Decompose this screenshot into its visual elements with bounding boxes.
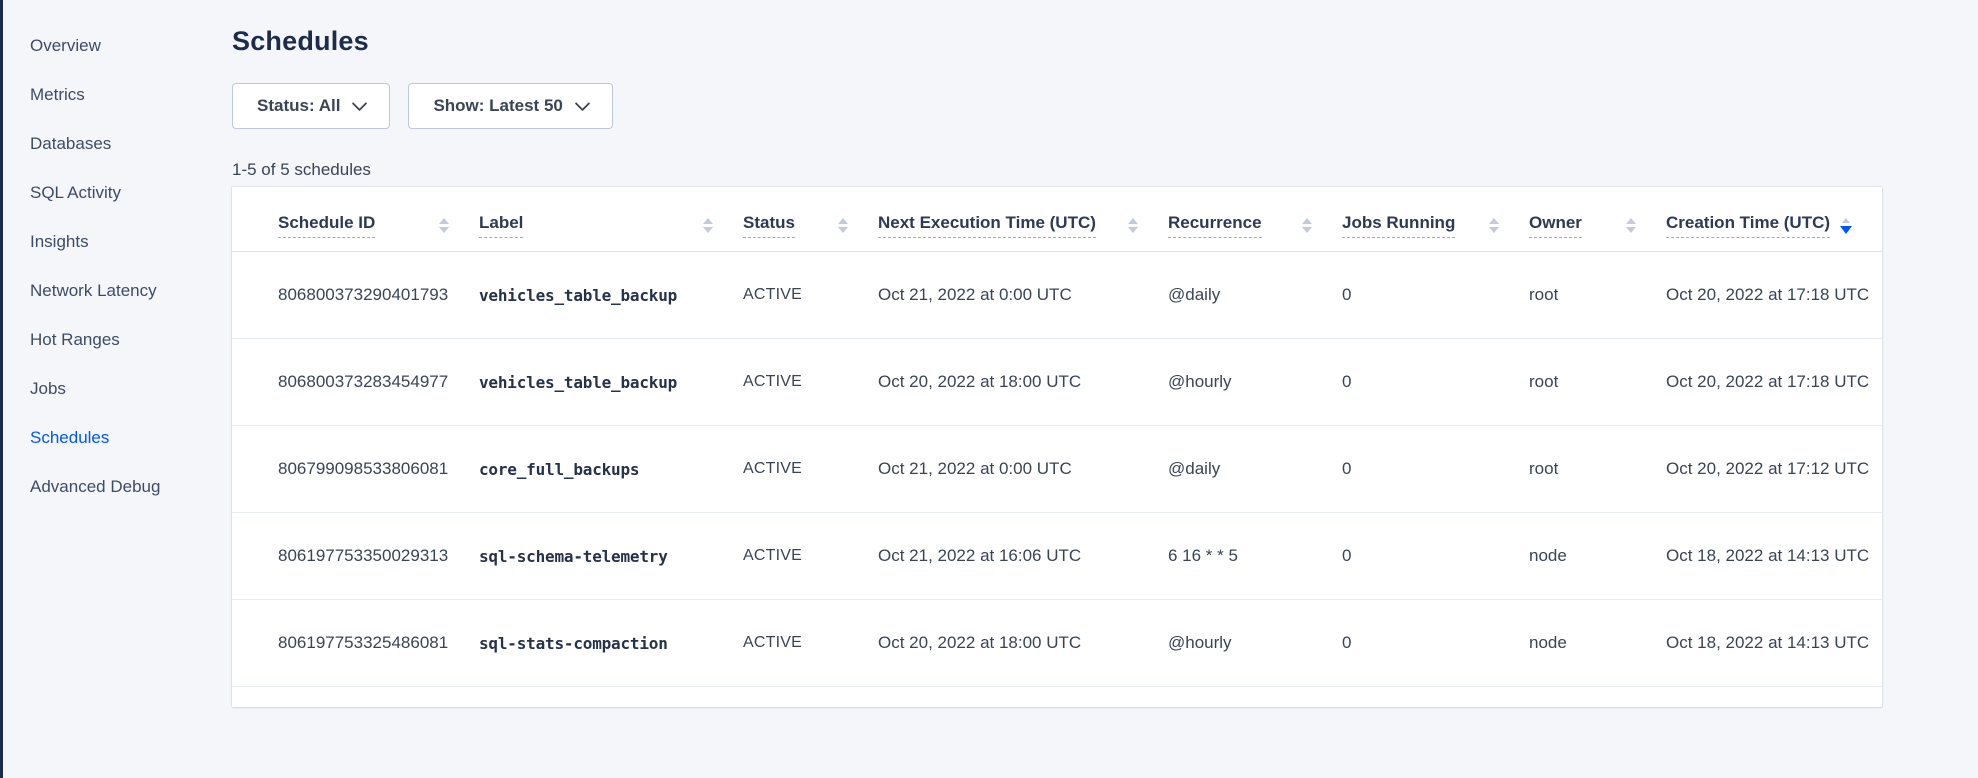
schedules-table: Schedule ID Label Status bbox=[232, 187, 1882, 687]
next-execution-cell: Oct 21, 2022 at 16:06 UTC bbox=[878, 513, 1168, 600]
column-label: Label bbox=[479, 213, 523, 238]
column-label: Schedule ID bbox=[278, 213, 375, 238]
schedule-label-cell: core_full_backups bbox=[479, 426, 743, 513]
sidebar-item-schedules[interactable]: Schedules bbox=[3, 428, 232, 448]
filter-bar: Status: All Show: Latest 50 bbox=[232, 83, 1978, 129]
owner-cell: root bbox=[1529, 252, 1666, 339]
status-filter-dropdown[interactable]: Status: All bbox=[232, 83, 390, 129]
sort-icon[interactable] bbox=[838, 218, 848, 233]
status-cell: ACTIVE bbox=[743, 339, 878, 426]
table-row: 806800373290401793 vehicles_table_backup… bbox=[232, 252, 1882, 339]
owner-cell: root bbox=[1529, 426, 1666, 513]
schedule-label-cell: vehicles_table_backup bbox=[479, 252, 743, 339]
next-execution-cell: Oct 21, 2022 at 0:00 UTC bbox=[878, 426, 1168, 513]
sidebar-item-jobs[interactable]: Jobs bbox=[3, 379, 232, 399]
column-header-owner[interactable]: Owner bbox=[1529, 187, 1666, 252]
sidebar-nav: Overview Metrics Databases SQL Activity … bbox=[3, 0, 232, 778]
column-header-recurrence[interactable]: Recurrence bbox=[1168, 187, 1342, 252]
creation-time-cell: Oct 20, 2022 at 17:18 UTC bbox=[1666, 252, 1882, 339]
next-execution-cell: Oct 20, 2022 at 18:00 UTC bbox=[878, 600, 1168, 687]
sidebar-item-advanced-debug[interactable]: Advanced Debug bbox=[3, 477, 232, 497]
jobs-running-cell: 0 bbox=[1342, 426, 1529, 513]
column-header-jobs-running[interactable]: Jobs Running bbox=[1342, 187, 1529, 252]
sidebar-item-insights[interactable]: Insights bbox=[3, 232, 232, 252]
table-header-row: Schedule ID Label Status bbox=[232, 187, 1882, 252]
page-title: Schedules bbox=[232, 26, 1978, 57]
sort-icon[interactable] bbox=[1302, 218, 1312, 233]
schedule-label-cell: sql-schema-telemetry bbox=[479, 513, 743, 600]
sidebar-item-hot-ranges[interactable]: Hot Ranges bbox=[3, 330, 232, 350]
recurrence-cell: 6 16 * * 5 bbox=[1168, 513, 1342, 600]
chevron-down-icon bbox=[575, 96, 591, 112]
jobs-running-cell: 0 bbox=[1342, 339, 1529, 426]
creation-time-cell: Oct 18, 2022 at 14:13 UTC bbox=[1666, 600, 1882, 687]
column-label: Recurrence bbox=[1168, 213, 1262, 238]
chevron-down-icon bbox=[352, 96, 368, 112]
sidebar-item-sql-activity[interactable]: SQL Activity bbox=[3, 183, 232, 203]
sidebar-item-databases[interactable]: Databases bbox=[3, 134, 232, 154]
sort-icon[interactable] bbox=[1489, 218, 1499, 233]
creation-time-cell: Oct 20, 2022 at 17:12 UTC bbox=[1666, 426, 1882, 513]
schedule-id-cell[interactable]: 806800373283454977 bbox=[232, 339, 479, 426]
column-label: Creation Time (UTC) bbox=[1666, 213, 1830, 238]
status-cell: ACTIVE bbox=[743, 600, 878, 687]
table-row: 806800373283454977 vehicles_table_backup… bbox=[232, 339, 1882, 426]
creation-time-cell: Oct 20, 2022 at 17:18 UTC bbox=[1666, 339, 1882, 426]
table-row: 806197753325486081 sql-stats-compaction … bbox=[232, 600, 1882, 687]
schedules-table-card: Schedule ID Label Status bbox=[232, 187, 1882, 707]
recurrence-cell: @daily bbox=[1168, 252, 1342, 339]
next-execution-cell: Oct 20, 2022 at 18:00 UTC bbox=[878, 339, 1168, 426]
schedule-label-cell: vehicles_table_backup bbox=[479, 339, 743, 426]
sort-icon[interactable] bbox=[439, 218, 449, 233]
recurrence-cell: @hourly bbox=[1168, 339, 1342, 426]
sidebar-item-overview[interactable]: Overview bbox=[3, 36, 232, 56]
creation-time-cell: Oct 18, 2022 at 14:13 UTC bbox=[1666, 513, 1882, 600]
column-header-label[interactable]: Label bbox=[479, 187, 743, 252]
recurrence-cell: @hourly bbox=[1168, 600, 1342, 687]
column-header-status[interactable]: Status bbox=[743, 187, 878, 252]
sort-desc-icon[interactable] bbox=[1840, 218, 1852, 234]
column-label: Status bbox=[743, 213, 795, 238]
show-filter-dropdown[interactable]: Show: Latest 50 bbox=[408, 83, 612, 129]
column-header-next-execution-time[interactable]: Next Execution Time (UTC) bbox=[878, 187, 1168, 252]
show-filter-label: Show: Latest 50 bbox=[433, 96, 562, 116]
recurrence-cell: @daily bbox=[1168, 426, 1342, 513]
sort-icon[interactable] bbox=[703, 218, 713, 233]
jobs-running-cell: 0 bbox=[1342, 513, 1529, 600]
column-header-creation-time[interactable]: Creation Time (UTC) bbox=[1666, 187, 1882, 252]
status-filter-label: Status: All bbox=[257, 96, 340, 116]
next-execution-cell: Oct 21, 2022 at 0:00 UTC bbox=[878, 252, 1168, 339]
column-label: Jobs Running bbox=[1342, 213, 1455, 238]
schedule-id-cell[interactable]: 806197753350029313 bbox=[232, 513, 479, 600]
schedule-id-cell[interactable]: 806197753325486081 bbox=[232, 600, 479, 687]
status-cell: ACTIVE bbox=[743, 513, 878, 600]
status-cell: ACTIVE bbox=[743, 252, 878, 339]
sidebar-item-metrics[interactable]: Metrics bbox=[3, 85, 232, 105]
schedule-id-cell[interactable]: 806800373290401793 bbox=[232, 252, 479, 339]
column-label: Next Execution Time (UTC) bbox=[878, 213, 1096, 238]
status-cell: ACTIVE bbox=[743, 426, 878, 513]
table-row: 806197753350029313 sql-schema-telemetry … bbox=[232, 513, 1882, 600]
owner-cell: node bbox=[1529, 600, 1666, 687]
jobs-running-cell: 0 bbox=[1342, 252, 1529, 339]
results-count: 1-5 of 5 schedules bbox=[232, 160, 1978, 180]
column-label: Owner bbox=[1529, 213, 1582, 238]
column-header-schedule-id[interactable]: Schedule ID bbox=[232, 187, 479, 252]
schedule-id-cell[interactable]: 806799098533806081 bbox=[232, 426, 479, 513]
sort-icon[interactable] bbox=[1626, 218, 1636, 233]
schedule-label-cell: sql-stats-compaction bbox=[479, 600, 743, 687]
sort-icon[interactable] bbox=[1128, 218, 1138, 233]
sidebar-item-network-latency[interactable]: Network Latency bbox=[3, 281, 232, 301]
owner-cell: root bbox=[1529, 339, 1666, 426]
owner-cell: node bbox=[1529, 513, 1666, 600]
jobs-running-cell: 0 bbox=[1342, 600, 1529, 687]
main-content: Schedules Status: All Show: Latest 50 1-… bbox=[232, 0, 1978, 778]
table-row: 806799098533806081 core_full_backups ACT… bbox=[232, 426, 1882, 513]
